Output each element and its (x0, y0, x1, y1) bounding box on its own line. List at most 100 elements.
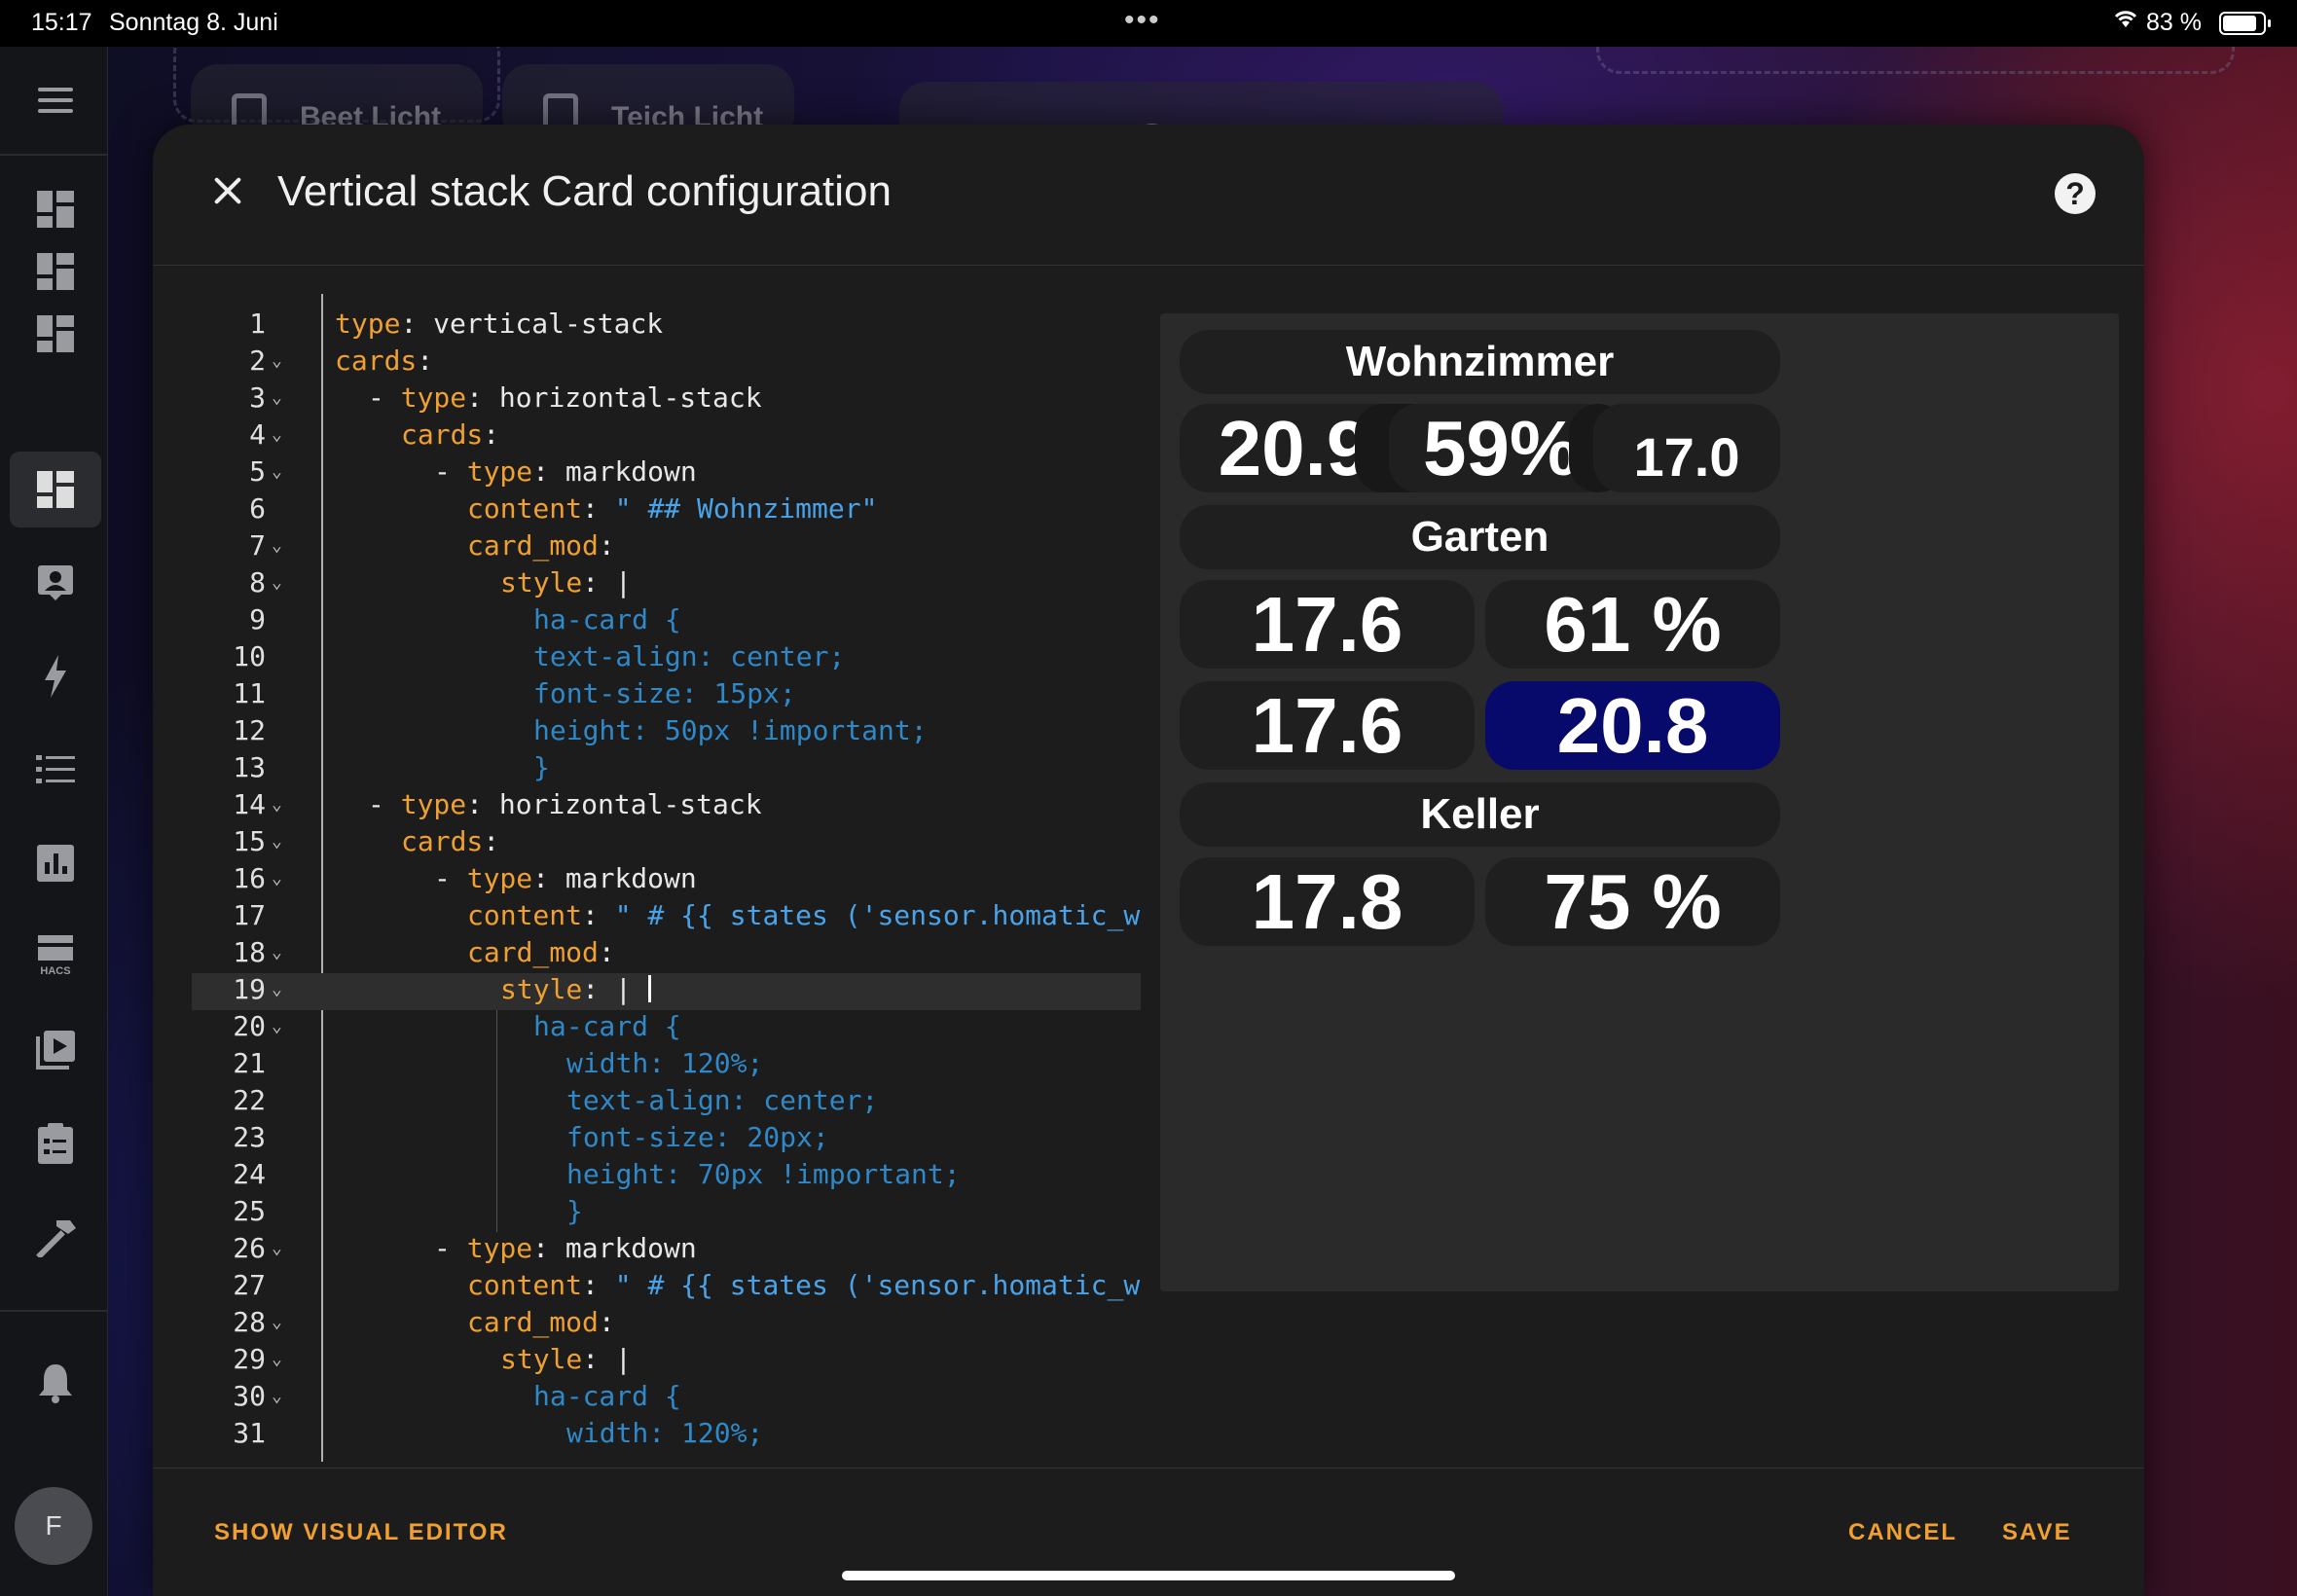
code-line[interactable]: 18 ⌄ card_mod: (192, 936, 1141, 973)
code-token: content (467, 492, 583, 525)
code-token: card_mod (467, 936, 599, 968)
fold-chevron-icon[interactable]: ⌄ (272, 1238, 282, 1258)
code-token: : (483, 825, 500, 857)
code-text: - type: markdown (434, 862, 697, 894)
code-line[interactable]: 8 ⌄ style: | (192, 566, 1141, 603)
code-line[interactable]: 6 content: " ## Wohnzimmer" (192, 492, 1141, 529)
code-line[interactable]: 1 type: vertical-stack (192, 308, 1141, 345)
code-line[interactable]: 24 height: 70px !important; (192, 1158, 1141, 1195)
code-line[interactable]: 25} (192, 1195, 1141, 1232)
sidebar-item-dashboard-active[interactable] (10, 452, 101, 527)
sidebar-item-hacs[interactable]: HACS (10, 919, 101, 995)
code-token: content (467, 1269, 583, 1301)
code-line[interactable]: 22 text-align: center; (192, 1084, 1141, 1121)
code-token: " ## Wohnzimmer" (614, 492, 878, 525)
code-line[interactable]: 21 width: 120%; (192, 1047, 1141, 1084)
value-card-wohnzimmer-third: 17.0 (1593, 404, 1780, 492)
sidebar-item-dashboard-3[interactable] (10, 296, 101, 372)
code-text: cards: (401, 418, 499, 451)
yaml-code-editor[interactable]: 1 type: vertical-stack 2 ⌄ cards: 3 ⌄ - type: h… (192, 294, 1141, 1462)
media-icon (36, 1031, 75, 1070)
code-line[interactable]: 5 ⌄ - type: markdown (192, 455, 1141, 492)
value-card-garten-3: 17.6 (1180, 681, 1475, 770)
sidebar-item-media[interactable] (10, 1012, 101, 1088)
fold-chevron-icon[interactable]: ⌄ (272, 979, 282, 999)
sidebar-item-todo[interactable] (10, 1106, 101, 1181)
sidebar-item-notifications[interactable] (10, 1345, 101, 1421)
sidebar-item-energy[interactable] (10, 638, 101, 714)
code-token: : (598, 1306, 615, 1338)
home-indicator[interactable] (842, 1571, 1455, 1580)
value-card-garten-4-highlighted: 20.8 (1485, 681, 1780, 770)
code-token: type (466, 1232, 533, 1264)
code-line[interactable]: 10 text-align: center; (192, 640, 1141, 677)
sidebar-item-history[interactable] (10, 825, 101, 901)
fold-chevron-icon[interactable]: ⌄ (272, 1349, 282, 1369)
code-line[interactable]: 7 ⌄ card_mod: (192, 529, 1141, 566)
fold-chevron-icon[interactable]: ⌄ (272, 942, 282, 962)
fold-chevron-icon[interactable]: ⌄ (272, 831, 282, 852)
fold-chevron-icon[interactable]: ⌄ (272, 1386, 282, 1406)
code-token: : | (582, 1343, 632, 1375)
save-button[interactable]: SAVE (2002, 1519, 2072, 1546)
code-line[interactable]: 23 font-size: 20px; (192, 1121, 1141, 1158)
code-line[interactable]: 27 content: " # {{ states ('sensor.homati… (192, 1269, 1141, 1306)
line-number: 11 (233, 677, 266, 709)
code-token: : markdown (532, 1232, 697, 1264)
fold-chevron-icon[interactable]: ⌄ (272, 387, 282, 408)
code-line[interactable]: 15 ⌄ cards: (192, 825, 1141, 862)
code-text: content: " ## Wohnzimmer" (467, 492, 877, 525)
code-line[interactable]: 11 font-size: 15px; (192, 677, 1141, 714)
code-text: } (566, 1195, 583, 1227)
show-visual-editor-button[interactable]: SHOW VISUAL EDITOR (214, 1519, 508, 1546)
code-line[interactable]: 13} (192, 751, 1141, 788)
sidebar-item-logbook[interactable] (10, 732, 101, 808)
code-text: height: 70px !important; (566, 1158, 961, 1190)
code-line[interactable]: 19 ⌄ style: | (192, 973, 1141, 1010)
fold-chevron-icon[interactable]: ⌄ (272, 350, 282, 371)
code-text: font-size: 15px; (533, 677, 796, 709)
code-token: cards (401, 418, 484, 451)
fold-chevron-icon[interactable]: ⌄ (272, 461, 282, 482)
cancel-button[interactable]: CANCEL (1848, 1519, 1957, 1546)
card-preview: Wohnzimmer 20.9 59% 17.0 Garten 17.6 61 … (1160, 313, 2119, 1291)
help-icon[interactable]: ? (2055, 173, 2096, 214)
code-line[interactable]: 12 height: 50px !important; (192, 714, 1141, 751)
fold-chevron-icon[interactable]: ⌄ (272, 424, 282, 445)
code-line[interactable]: 9 ha-card { (192, 603, 1141, 640)
hacs-icon: HACS (36, 935, 75, 978)
code-line[interactable]: 30 ⌄ ha-card { (192, 1380, 1141, 1417)
code-line[interactable]: 4 ⌄ cards: (192, 418, 1141, 455)
close-icon[interactable] (203, 167, 252, 216)
fold-chevron-icon[interactable]: ⌄ (272, 1312, 282, 1332)
code-line[interactable]: 26 ⌄ - type: markdown (192, 1232, 1141, 1269)
code-line[interactable]: 16 ⌄ - type: markdown (192, 862, 1141, 899)
user-avatar[interactable]: F (15, 1487, 92, 1565)
status-bar: 15:17 Sonntag 8. Juni ••• 83 % (0, 0, 2297, 47)
line-number: 31 (233, 1417, 266, 1449)
code-line[interactable]: 17 content: " # {{ states ('sensor.homati… (192, 899, 1141, 936)
fold-chevron-icon[interactable]: ⌄ (272, 794, 282, 815)
line-number: 9 (249, 603, 266, 635)
battery-percent: 83 % (2146, 9, 2202, 36)
code-text: } (533, 751, 550, 783)
fold-chevron-icon[interactable]: ⌄ (272, 868, 282, 889)
fold-chevron-icon[interactable]: ⌄ (272, 1016, 282, 1036)
sidebar-item-developer-tools[interactable] (10, 1199, 101, 1275)
sidebar-item-people[interactable] (10, 545, 101, 621)
code-text: ha-card { (533, 1010, 681, 1042)
multitask-dots[interactable]: ••• (1124, 4, 1161, 37)
line-number: 23 (233, 1121, 266, 1153)
fold-chevron-icon[interactable]: ⌄ (272, 572, 282, 593)
code-line[interactable]: 14 ⌄ - type: horizontal-stack (192, 788, 1141, 825)
code-token: : (582, 1269, 615, 1301)
fold-chevron-icon[interactable]: ⌄ (272, 535, 282, 556)
code-line[interactable]: 28 ⌄ card_mod: (192, 1306, 1141, 1343)
code-line[interactable]: 29 ⌄ style: | (192, 1343, 1141, 1380)
code-line[interactable]: 20 ⌄ ha-card { (192, 1010, 1141, 1047)
code-line[interactable]: 2 ⌄ cards: (192, 345, 1141, 381)
code-line[interactable]: 31 width: 120%; (192, 1417, 1141, 1454)
hamburger-menu-icon[interactable] (10, 62, 101, 138)
code-line[interactable]: 3 ⌄ - type: horizontal-stack (192, 381, 1141, 418)
code-text: ha-card { (533, 603, 681, 635)
